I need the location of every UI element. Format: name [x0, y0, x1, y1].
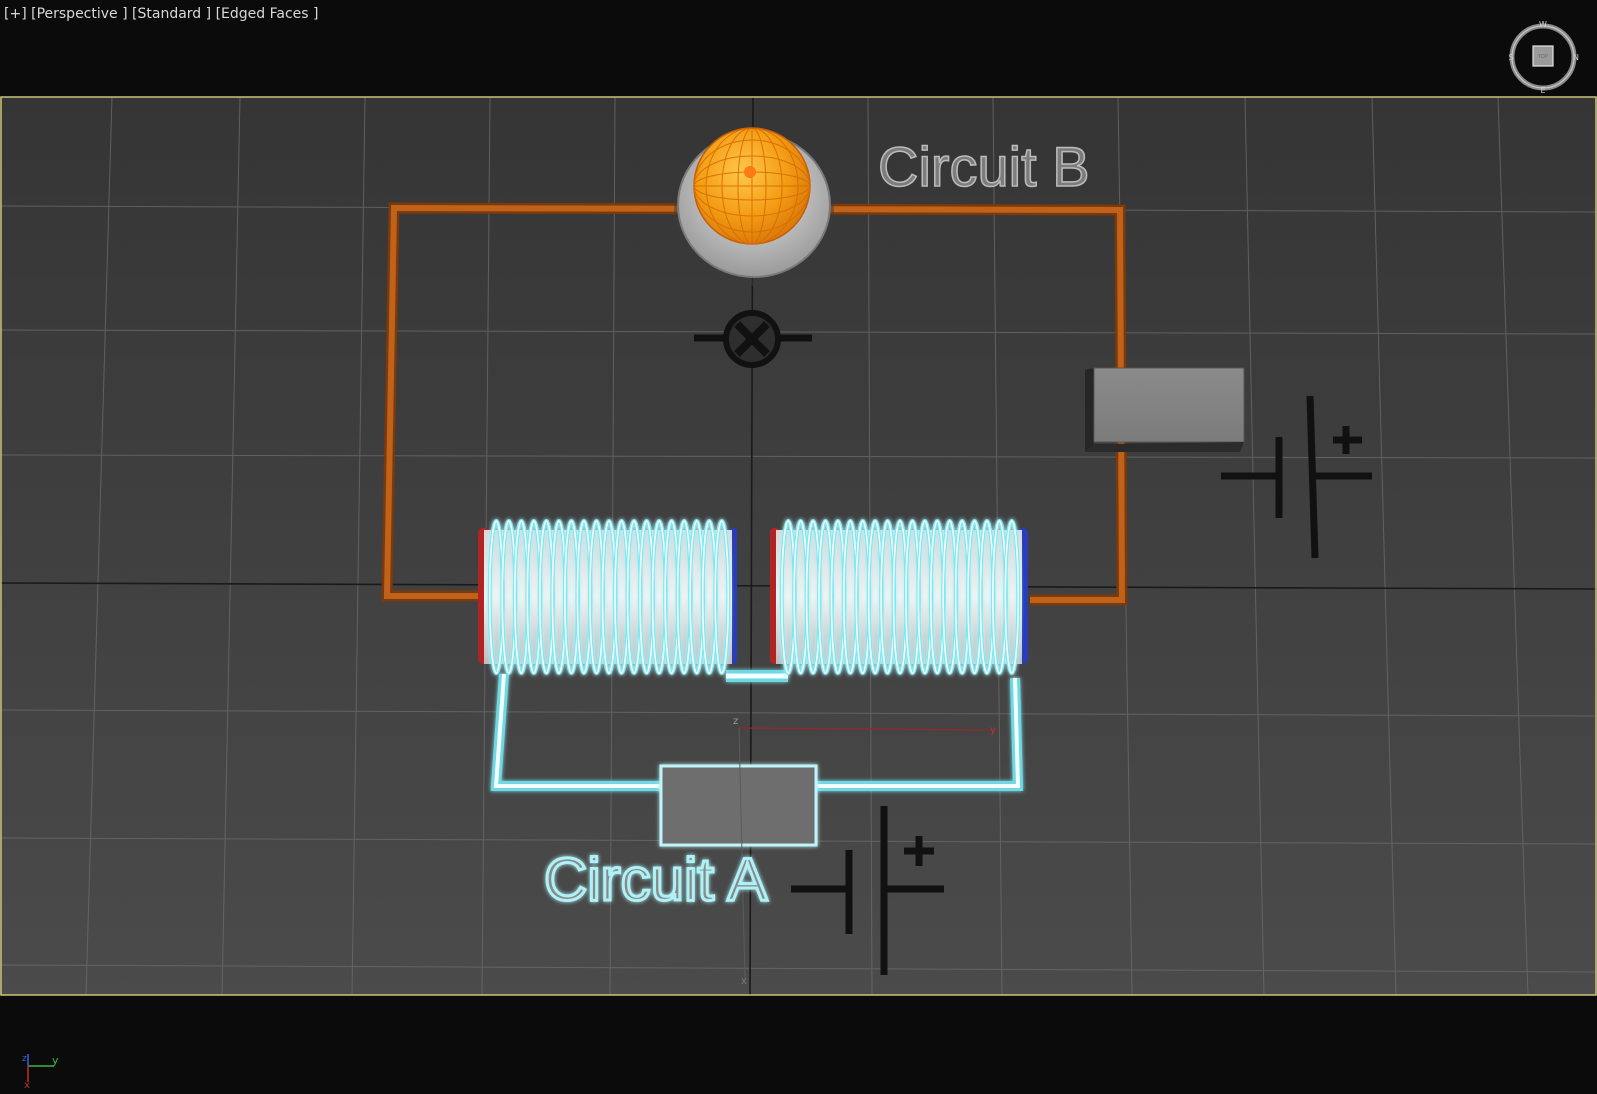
left-coil[interactable] [478, 519, 737, 675]
compass-south: S [1508, 53, 1513, 62]
gizmo-y-label: y [990, 725, 996, 736]
circuit-b-battery-box[interactable] [1085, 367, 1245, 452]
gizmo-x-label: x [741, 976, 747, 987]
viewcube-face-label: TOP [1537, 54, 1548, 60]
tripod-x-label: x [24, 1080, 30, 1091]
viewcube[interactable]: TOP W N S E [1506, 20, 1580, 94]
compass-east: E [1540, 86, 1545, 94]
gizmo-z-label: z [733, 716, 738, 727]
tripod-z-label: z [22, 1054, 27, 1064]
circuit-a-label[interactable]: Circuit A [543, 845, 769, 915]
circuit-a-battery-box[interactable] [659, 764, 818, 847]
compass-north: N [1573, 53, 1579, 62]
right-coil[interactable] [770, 519, 1028, 675]
circuit-b-label[interactable]: Circuit B [877, 134, 1090, 199]
compass-west: W [1539, 20, 1547, 29]
tripod-y-label: y [52, 1054, 59, 1067]
axis-tripod: y z x [22, 1054, 59, 1091]
viewport-scene[interactable]: Circuit B z y x Circuit A [0, 0, 1597, 1094]
